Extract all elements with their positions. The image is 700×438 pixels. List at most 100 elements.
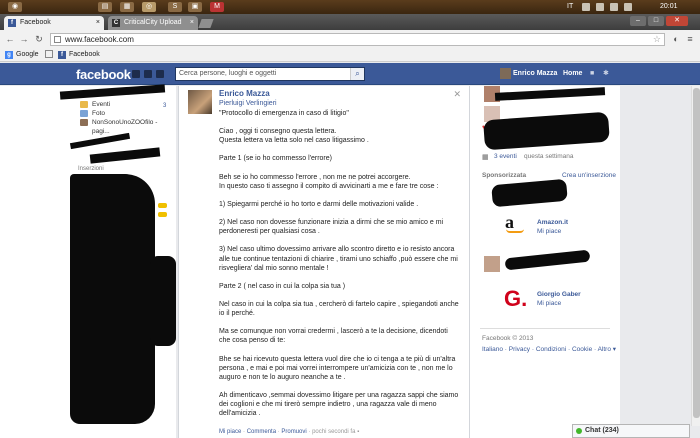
tab-criticalcity[interactable]: C CriticalCity Upload × xyxy=(108,16,198,30)
post-paragraph: 1) Spiegarmi perché io ho torto e darmi … xyxy=(219,200,419,208)
page-info-icon[interactable] xyxy=(54,36,61,43)
tray-volume-icon[interactable] xyxy=(624,3,632,11)
scrollbar[interactable] xyxy=(691,86,700,426)
facebook-logo[interactable]: facebook xyxy=(76,67,131,82)
comment-link[interactable]: Commenta xyxy=(247,429,276,435)
sidebar-list: Eventi Foto NonSonoUnoZOOfilo - pagi... xyxy=(80,100,176,135)
forward-arrow-icon[interactable]: → xyxy=(18,33,30,45)
post-paragraph: Parte 1 (se io ho commesso l'errore) xyxy=(219,155,332,163)
maximize-window-icon[interactable]: □ xyxy=(648,16,664,26)
post-timestamp[interactable]: pochi secondi fa xyxy=(312,429,355,435)
bookmark-facebook[interactable]: f Facebook xyxy=(58,50,100,60)
app-icon[interactable]: ▦ xyxy=(120,2,134,12)
tray-network-icon[interactable] xyxy=(610,3,618,11)
close-window-icon[interactable]: ✕ xyxy=(666,16,688,26)
ads-section-label: Inserzioni xyxy=(78,166,104,172)
tab-facebook[interactable]: f Facebook × xyxy=(4,16,104,30)
chat-bar[interactable]: Chat (234) xyxy=(572,424,690,438)
bookmark-label: Facebook xyxy=(69,51,100,58)
start-button-icon[interactable]: ◉ xyxy=(8,2,22,12)
language-indicator[interactable]: IT xyxy=(567,3,573,10)
bookmark-star-icon[interactable]: ☆ xyxy=(653,34,661,45)
post-paragraph: 2) Nel caso non dovesse funzionare inizi… xyxy=(219,219,444,236)
settings-gear-icon[interactable]: ✱ xyxy=(603,70,610,77)
like-link[interactable]: Mi piace xyxy=(537,300,561,307)
avatar xyxy=(500,68,511,79)
explorer-icon[interactable]: ▤ xyxy=(98,2,112,12)
author-avatar[interactable] xyxy=(188,90,212,114)
close-icon[interactable]: ✕ xyxy=(453,89,461,100)
search-input[interactable]: Cerca persone, luoghi e oggetti ⌕ xyxy=(175,67,365,81)
sidebar-item-page[interactable]: NonSonoUnoZOOfilo - pagi... xyxy=(80,118,176,135)
friend-requests-icon[interactable] xyxy=(132,70,140,78)
close-tab-icon[interactable]: × xyxy=(190,16,194,30)
calendar-icon xyxy=(80,101,88,108)
events-count-link[interactable]: 3 eventi xyxy=(494,153,517,160)
online-status-icon xyxy=(576,428,582,434)
close-tab-icon[interactable]: × xyxy=(96,16,100,30)
sidebar-item-foto[interactable]: Foto xyxy=(80,109,176,118)
post-author[interactable]: Enrico Mazza xyxy=(219,89,270,98)
post-paragraph: Bhe se hai ricevuto questa lettera vuol … xyxy=(219,355,456,381)
gaber-logo-icon[interactable]: G. xyxy=(504,286,527,312)
tray-flag-icon[interactable] xyxy=(596,3,604,11)
avatar[interactable] xyxy=(484,256,500,272)
find-friends-icon[interactable]: ■ xyxy=(590,70,597,77)
chrome-taskbar-icon[interactable]: ◎ xyxy=(142,2,156,12)
reload-icon[interactable]: ↻ xyxy=(33,33,45,45)
sidebar-item-eventi[interactable]: Eventi xyxy=(80,100,176,109)
post-paragraph: Nel caso in cui la colpa sia tua , cerch… xyxy=(219,300,459,318)
bookmark-google[interactable]: g Google xyxy=(5,50,39,60)
scrollbar-thumb[interactable] xyxy=(693,88,700,418)
home-link[interactable]: Home xyxy=(563,68,582,80)
extension-icon[interactable]: ◐ xyxy=(670,33,682,45)
ad-title[interactable]: Giorgio Gaber xyxy=(537,291,581,298)
glasses-icon xyxy=(158,203,167,208)
user-name: Enrico Mazza xyxy=(513,70,558,77)
amazon-logo[interactable]: a xyxy=(505,213,527,236)
minimize-window-icon[interactable]: – xyxy=(630,16,646,26)
post-paragraph: Ma se comunque non vorrai credermi , las… xyxy=(219,328,448,345)
profile-link[interactable]: Enrico Mazza xyxy=(500,68,557,80)
create-ad-link[interactable]: Crea un'inserzione xyxy=(562,172,616,179)
redaction-block xyxy=(150,256,176,346)
footer-copyright: Facebook © 2013 xyxy=(482,335,534,342)
redaction-scribble xyxy=(59,84,166,100)
ad-title[interactable]: Amazon.it xyxy=(537,219,568,226)
back-arrow-icon[interactable]: ← xyxy=(4,33,16,45)
browser-tab-strip: f Facebook × C CriticalCity Upload × – □… xyxy=(0,14,700,30)
redaction-block xyxy=(70,174,155,424)
notifications-icon[interactable] xyxy=(156,70,164,78)
post-paragraph: 3) Nel caso ultimo dovessimo arrivare al… xyxy=(219,246,458,272)
new-tab-button[interactable] xyxy=(198,19,214,28)
redaction-scribble xyxy=(89,147,161,164)
tab-label: CriticalCity Upload xyxy=(124,19,182,26)
tray-up-icon[interactable] xyxy=(582,3,590,11)
post-paragraph: Ah dimenticavo ,semmai dovessimo litigar… xyxy=(219,391,459,418)
sidebar-item-label: Eventi xyxy=(92,101,111,108)
bookmarks-bar: g Google f Facebook xyxy=(0,48,700,62)
gmail-icon[interactable]: M xyxy=(210,2,224,12)
post-dialog: Enrico Mazza ✕ Pierluigi Verlingieri "Pr… xyxy=(178,86,470,438)
google-favicon-icon: g xyxy=(5,51,13,59)
bookmark-apps[interactable] xyxy=(45,50,53,62)
like-link[interactable]: Mi piace xyxy=(537,228,561,235)
post-paragraph: "Protocollo di emergenza in caso di liti… xyxy=(219,110,349,117)
media-icon[interactable]: ▣ xyxy=(188,2,202,12)
facebook-favicon-icon: f xyxy=(8,19,16,27)
search-icon[interactable]: ⌕ xyxy=(350,68,364,80)
messages-icon[interactable] xyxy=(144,70,152,78)
system-clock[interactable]: 20:01 xyxy=(660,3,678,10)
post-paragraph: Ciao , oggi ti consegno questa lettera. … xyxy=(219,128,369,145)
privacy-icon[interactable]: ▪ xyxy=(357,429,359,435)
windows-taskbar: ◉ ▤ ▦ ◎ S ▣ M IT 20:01 xyxy=(0,0,700,14)
promote-link[interactable]: Promuovi xyxy=(281,429,306,435)
like-link[interactable]: Mi piace xyxy=(219,429,241,435)
menu-icon[interactable]: ≡ xyxy=(684,33,696,45)
search-placeholder: Cerca persone, luoghi e oggetti xyxy=(179,70,277,77)
footer-links[interactable]: Italiano · Privacy · Condizioni · Cookie… xyxy=(482,345,616,353)
address-bar[interactable]: www.facebook.com ☆ xyxy=(50,33,665,46)
skype-icon[interactable]: S xyxy=(168,2,182,12)
post-mention[interactable]: Pierluigi Verlingieri xyxy=(219,100,277,107)
glasses-icon xyxy=(158,212,167,217)
